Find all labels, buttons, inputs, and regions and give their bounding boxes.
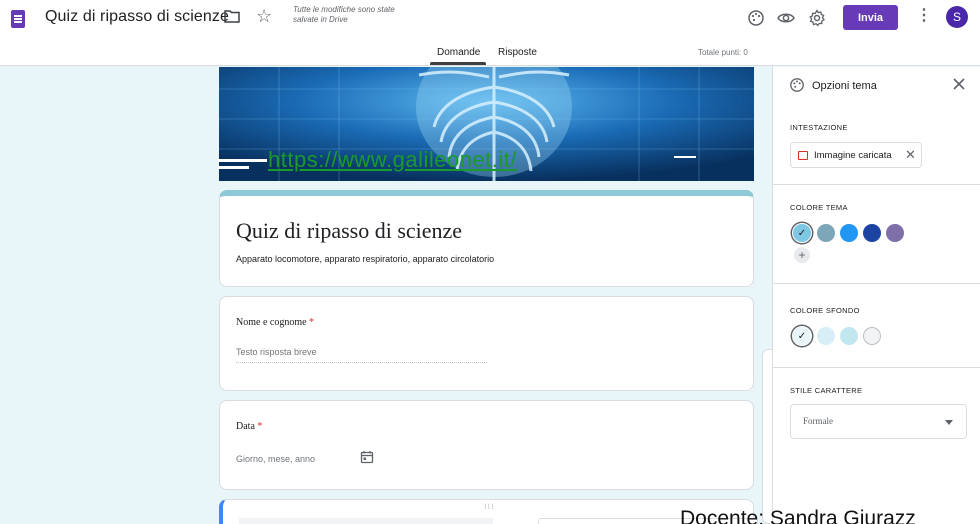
drag-handle-icon[interactable]: ⁝⁝⁝ [484,502,495,511]
bg-color-swatch[interactable] [863,327,881,345]
form-title-card[interactable]: Quiz di ripasso di scienze Apparato loco… [219,190,754,287]
palette-icon[interactable] [747,9,765,27]
bg-color-swatch[interactable] [840,327,858,345]
saved-status: Tutte le modifiche sono state salvate in… [293,5,395,24]
uploaded-image-chip[interactable]: Immagine caricata ✕ [790,142,922,168]
remove-image-icon[interactable]: ✕ [905,148,916,161]
bg-color-section-label: COLORE SFONDO [790,306,860,315]
question-label: Data * [236,421,262,432]
tab-questions[interactable]: Domande [437,47,480,58]
avatar[interactable]: S [946,6,968,28]
panel-title: Opzioni tema [812,80,877,92]
tab-answers[interactable]: Risposte [498,47,537,58]
date-placeholder: Giorno, mese, anno [236,454,316,464]
question-label: Nome e cognome * [236,317,314,328]
question-title-input[interactable] [239,518,493,524]
short-answer-placeholder: Testo risposta breve [236,347,487,363]
check-icon: ✓ [797,331,807,342]
header-section-label: INTESTAZIONE [790,123,848,132]
more-vert-icon[interactable]: ⋮ [916,8,932,24]
divider [773,367,980,368]
required-mark: * [257,421,263,432]
question-card-active[interactable]: ⁝⁝⁝ [219,499,758,524]
theme-color-section-label: COLORE TEMA [790,203,848,212]
banner-source-link[interactable]: https://www.galileonet.it/ [268,147,517,173]
palette-icon [790,78,804,92]
star-icon[interactable]: ☆ [256,7,272,25]
settings-icon[interactable] [808,9,826,27]
theme-options-panel: Opzioni tema INTESTAZIONE Immagine caric… [772,67,980,524]
panel-header: Opzioni tema [773,67,980,106]
total-points: Totale punti: 0 [698,48,748,57]
send-button[interactable]: Invia [843,5,898,30]
calendar-icon [360,451,374,464]
teacher-credit: Docente: Sandra Giurazz [680,507,916,524]
required-mark: * [309,317,315,328]
top-bar: Quiz di ripasso di scienze ☆ Tutte le mo… [0,0,980,66]
theme-color-swatch-selected[interactable]: ✓ [792,223,812,243]
chip-label: Immagine caricata [814,150,892,161]
question-title: Nome e cognome [236,317,307,328]
divider [773,283,980,284]
dropdown-arrow-icon [945,420,953,425]
close-icon[interactable] [952,77,966,91]
preview-icon[interactable] [777,9,795,27]
font-style-section-label: STILE CARATTERE [790,386,863,395]
bg-color-swatch[interactable] [817,327,835,345]
bg-color-swatch-selected[interactable]: ✓ [792,326,812,346]
theme-color-swatch[interactable] [886,224,904,242]
form-title[interactable]: Quiz di ripasso di scienze [236,218,462,244]
font-style-value: Formale [803,416,833,426]
forms-icon[interactable] [11,10,25,28]
question-title: Data [236,421,255,432]
document-title[interactable]: Quiz di ripasso di scienze [45,8,229,26]
image-icon [798,151,808,160]
theme-color-swatch[interactable] [863,224,881,242]
active-tab-indicator [430,62,486,65]
theme-color-swatch[interactable] [817,224,835,242]
folder-icon[interactable] [224,9,240,23]
check-icon: ✓ [797,228,807,239]
question-card-name[interactable]: Nome e cognome * Testo risposta breve [219,296,754,391]
add-custom-color-icon[interactable]: + [794,247,810,263]
question-card-date[interactable]: Data * Giorno, mese, anno [219,400,754,490]
theme-color-swatch[interactable] [840,224,858,242]
font-style-select[interactable]: Formale [790,404,967,439]
form-description[interactable]: Apparato locomotore, apparato respirator… [236,254,494,264]
divider [773,184,980,185]
